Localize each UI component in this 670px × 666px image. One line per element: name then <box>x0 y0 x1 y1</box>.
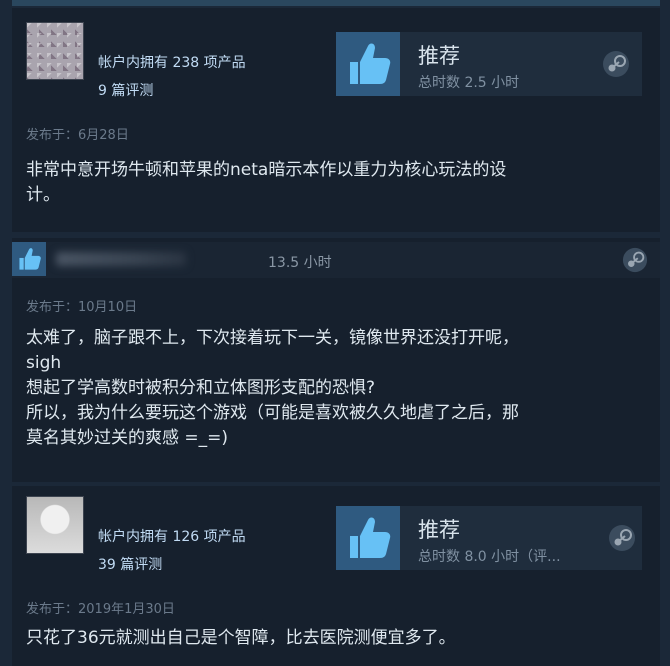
review-text-line: 计。 <box>26 185 60 205</box>
top-divider <box>12 0 660 6</box>
posted-date: 发布于：6月28日 <box>26 128 129 143</box>
review-card-3: 帐户内拥有 126 项产品 39 篇评测 推荐 总时数 8.0 小时（评... … <box>12 486 660 666</box>
review-text: 非常中意开场牛顿和苹果的neta暗示本作以重力为核心玩法的设 计。 <box>26 158 646 208</box>
avatar[interactable] <box>26 22 84 80</box>
review-text-line: 莫名其妙过关的爽感 =_=) <box>26 428 229 448</box>
recommendation-label: 推荐 <box>418 518 460 542</box>
thumbs-up-icon <box>336 506 400 570</box>
review-text-line: 只花了36元就测出自己是个智障，比去医院测便宜多了。 <box>26 628 456 648</box>
review-text-line: sigh <box>26 353 62 373</box>
review-text-line: 太难了，脑子跟不上，下次接着玩下一关，镜像世界还没打开呢， <box>26 328 519 348</box>
owned-products[interactable]: 帐户内拥有 126 项产品 <box>98 526 246 546</box>
review-text-line: 所以，我为什么要玩这个游戏（可能是喜欢被久久地虐了之后，那 <box>26 403 519 423</box>
posted-date: 发布于：2019年1月30日 <box>26 602 175 617</box>
avatar[interactable] <box>26 496 84 554</box>
review-text-line: 非常中意开场牛顿和苹果的neta暗示本作以重力为核心玩法的设 <box>26 160 507 180</box>
review-card-1: 帐户内拥有 238 项产品 9 篇评测 推荐 总时数 2.5 小时 发布于：6月… <box>12 8 660 232</box>
steam-logo-icon <box>622 247 648 273</box>
steam-logo-icon <box>603 51 629 77</box>
playtime-hours: 总时数 2.5 小时 <box>418 75 520 91</box>
thumbs-up-icon <box>336 32 400 96</box>
recommendation-box[interactable]: 推荐 总时数 8.0 小时（评... <box>336 506 642 570</box>
posted-date: 发布于：10月10日 <box>26 300 138 315</box>
review-text: 只花了36元就测出自己是个智障，比去医院测便宜多了。 <box>26 626 654 651</box>
owned-products[interactable]: 帐户内拥有 238 项产品 <box>98 52 246 72</box>
playtime-hours: 13.5 小时 <box>268 255 332 271</box>
review-text: 太难了，脑子跟不上，下次接着玩下一关，镜像世界还没打开呢， sigh 想起了学高… <box>26 326 654 451</box>
recommendation-box[interactable]: 13.5 小时 <box>12 242 660 278</box>
steam-logo-icon <box>609 525 635 551</box>
recommendation-label: 推荐 <box>418 44 460 68</box>
playtime-hours: 总时数 8.0 小时（评... <box>418 549 561 565</box>
review-card-2: 13.5 小时 发布于：10月10日 太难了，脑子跟不上，下次接着玩下一关，镜像… <box>12 238 660 482</box>
reviews-count[interactable]: 9 篇评测 <box>98 80 153 100</box>
recommendation-box[interactable]: 推荐 总时数 2.5 小时 <box>336 32 642 96</box>
reviews-count[interactable]: 39 篇评测 <box>98 554 162 574</box>
review-text-line: 想起了学高数时被积分和立体图形支配的恐惧? <box>26 378 376 398</box>
thumbs-up-icon <box>12 242 46 276</box>
blurred-username <box>56 252 186 266</box>
